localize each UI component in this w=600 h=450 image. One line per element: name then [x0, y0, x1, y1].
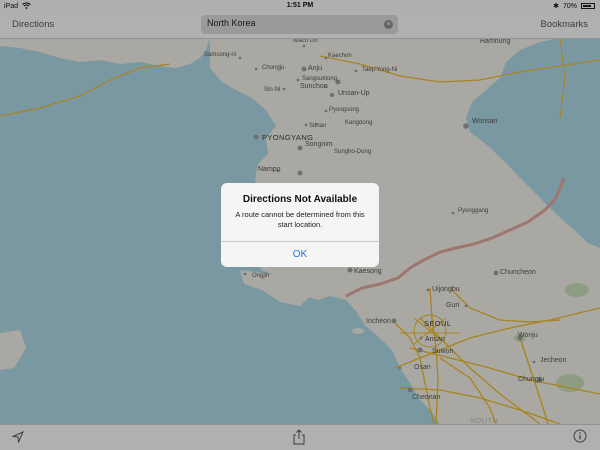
alert-title: Directions Not Available: [242, 194, 358, 205]
maps-app-screen: iPad 1:51 PM ✱ 70% Directions × Bookmark…: [0, 0, 600, 450]
alert-message: A route cannot be determined from this s…: [235, 210, 365, 229]
alert-dialog: Directions Not Available A route cannot …: [221, 183, 379, 267]
alert-ok-button[interactable]: OK: [221, 242, 379, 267]
